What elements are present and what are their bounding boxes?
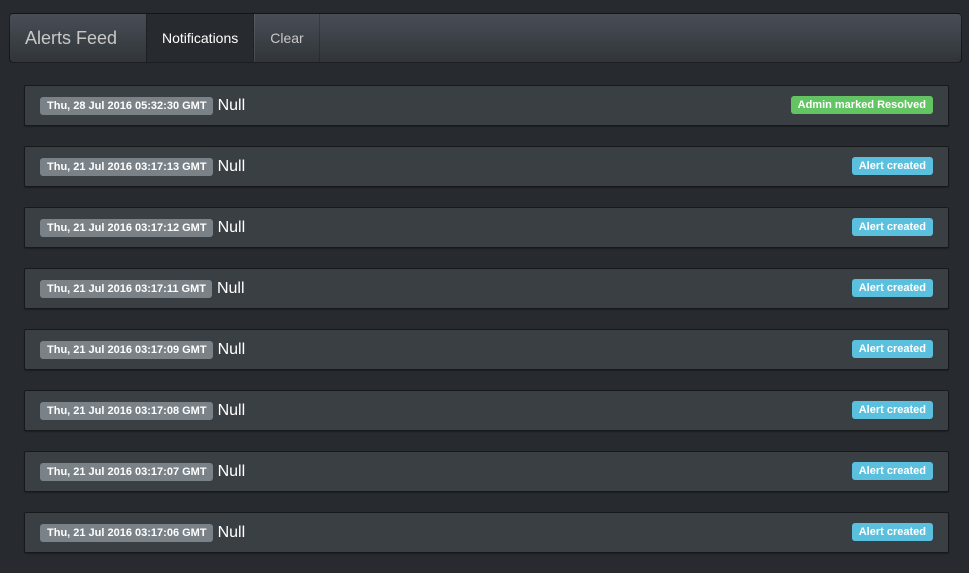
alert-timestamp: Thu, 21 Jul 2016 03:17:11 GMT bbox=[40, 279, 212, 298]
nav-notifications[interactable]: Notifications bbox=[146, 14, 255, 62]
alert-timestamp: Thu, 21 Jul 2016 03:17:07 GMT bbox=[40, 462, 213, 481]
alert-message: Null bbox=[217, 401, 246, 419]
status-badge: Alert created bbox=[851, 523, 933, 541]
status-badge: Alert created bbox=[851, 462, 933, 480]
status-badge: Alert created bbox=[851, 218, 933, 236]
status-badge: Admin marked Resolved bbox=[790, 96, 933, 114]
navbar: Alerts Feed Notifications Clear bbox=[9, 13, 962, 63]
alert-item: Thu, 21 Jul 2016 03:17:07 GMT Null Alert… bbox=[24, 451, 949, 492]
status-badge: Alert created bbox=[851, 401, 933, 419]
alert-message: Null bbox=[216, 279, 245, 297]
alert-item: Thu, 28 Jul 2016 05:32:30 GMT Null Admin… bbox=[24, 85, 949, 126]
alert-message: Null bbox=[217, 340, 246, 358]
alert-message: Null bbox=[217, 96, 246, 114]
alert-timestamp: Thu, 21 Jul 2016 03:17:12 GMT bbox=[40, 218, 213, 237]
alert-item: Thu, 21 Jul 2016 03:17:06 GMT Null Alert… bbox=[24, 512, 949, 553]
alerts-feed: Thu, 28 Jul 2016 05:32:30 GMT Null Admin… bbox=[24, 85, 949, 573]
alert-item: Thu, 21 Jul 2016 03:17:09 GMT Null Alert… bbox=[24, 329, 949, 370]
alert-timestamp: Thu, 21 Jul 2016 03:17:13 GMT bbox=[40, 157, 213, 176]
status-badge: Alert created bbox=[851, 340, 933, 358]
alert-timestamp: Thu, 28 Jul 2016 05:32:30 GMT bbox=[40, 96, 213, 115]
alert-timestamp: Thu, 21 Jul 2016 03:17:08 GMT bbox=[40, 401, 213, 420]
status-badge: Alert created bbox=[851, 157, 933, 175]
alert-message: Null bbox=[217, 218, 246, 236]
alert-message: Null bbox=[217, 462, 246, 480]
alert-timestamp: Thu, 21 Jul 2016 03:17:09 GMT bbox=[40, 340, 213, 359]
alert-message: Null bbox=[217, 523, 246, 541]
status-badge: Alert created bbox=[851, 279, 933, 297]
alert-item: Thu, 21 Jul 2016 03:17:11 GMT Null Alert… bbox=[24, 268, 949, 309]
alert-item: Thu, 21 Jul 2016 03:17:08 GMT Null Alert… bbox=[24, 390, 949, 431]
alert-message: Null bbox=[217, 157, 246, 175]
nav-clear[interactable]: Clear bbox=[254, 14, 320, 62]
alert-item: Thu, 21 Jul 2016 03:17:13 GMT Null Alert… bbox=[24, 146, 949, 187]
alert-item: Thu, 21 Jul 2016 03:17:12 GMT Null Alert… bbox=[24, 207, 949, 248]
alert-timestamp: Thu, 21 Jul 2016 03:17:06 GMT bbox=[40, 523, 213, 542]
navbar-brand[interactable]: Alerts Feed bbox=[10, 14, 146, 62]
